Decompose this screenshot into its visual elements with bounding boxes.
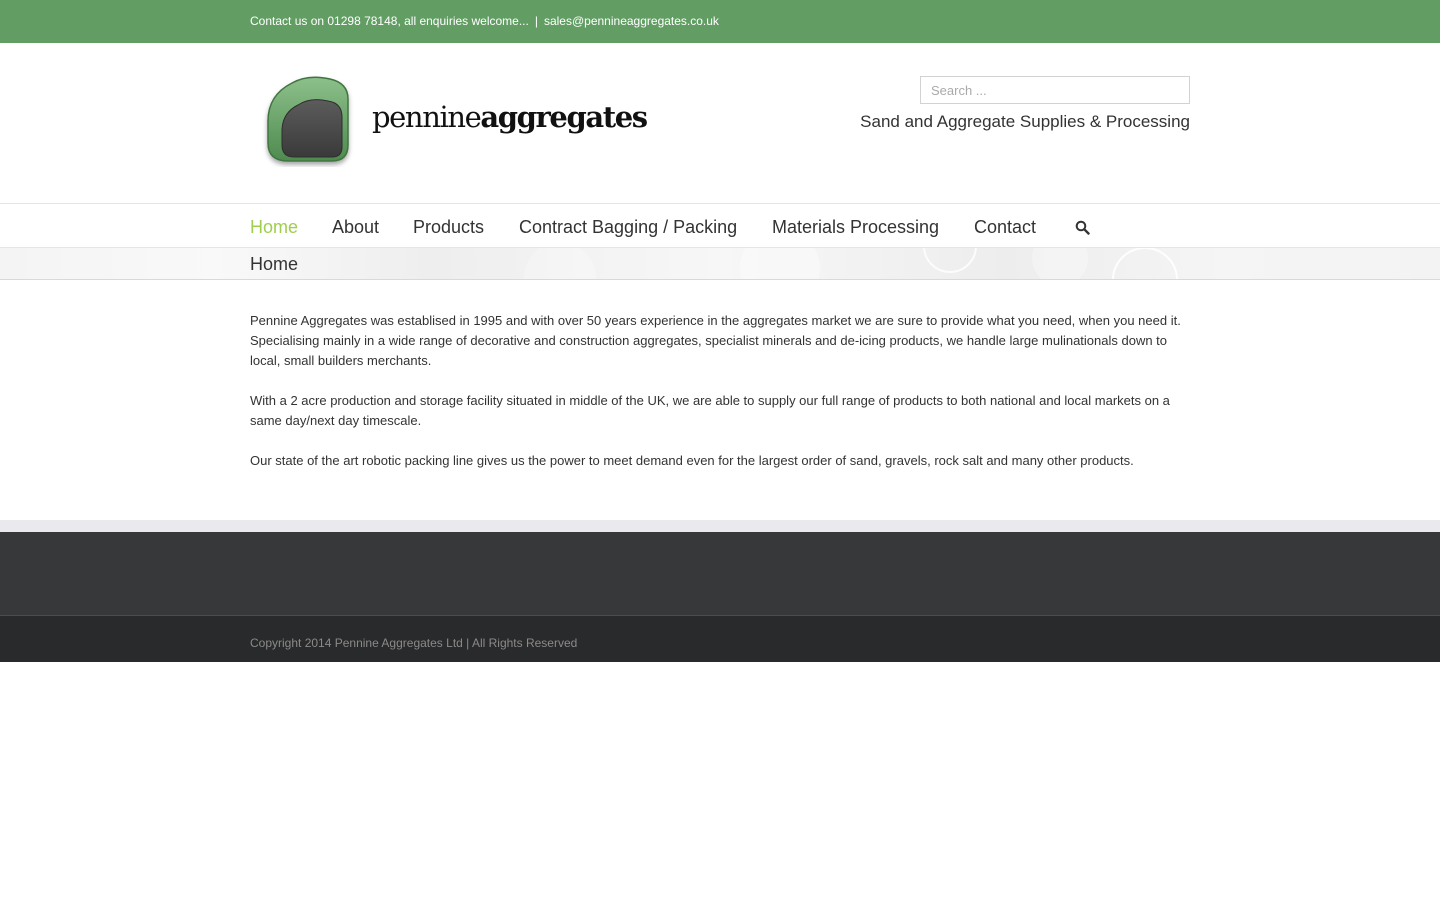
logo-wordmark[interactable]: pennineaggregates	[372, 100, 648, 134]
nav-item-products[interactable]: Products	[413, 217, 484, 238]
logo-word-pennine: pennine	[372, 100, 482, 134]
content-paragraph: Pennine Aggregates was establised in 199…	[250, 313, 1181, 368]
site-header: pennineaggregates Sand and Aggregate Sup…	[0, 43, 1440, 203]
site-tagline: Sand and Aggregate Supplies & Processing	[860, 112, 1190, 131]
footer-spacer	[0, 520, 1440, 532]
email-link[interactable]: sales@pennineaggregates.co.uk	[544, 14, 719, 28]
nav-item-materials-processing[interactable]: Materials Processing	[772, 217, 939, 238]
title-bar-background	[524, 248, 1178, 279]
nav-item-contract-bagging[interactable]: Contract Bagging / Packing	[519, 217, 737, 238]
main-nav: Home About Products Contract Bagging / P…	[0, 203, 1440, 248]
content-paragraph: Our state of the art robotic packing lin…	[250, 453, 1134, 468]
topbar-contact: Contact us on 01298 78148, all enquiries…	[250, 14, 719, 28]
page-title: Home	[250, 254, 299, 274]
topbar-separator: |	[534, 14, 538, 28]
page-title-bar: Home	[0, 248, 1440, 280]
footer-bottom: Copyright 2014 Pennine Aggregates Ltd | …	[0, 615, 1440, 662]
search-input[interactable]	[920, 76, 1190, 104]
logo-word-aggregates: aggregates	[480, 100, 648, 134]
footer-widgets	[0, 532, 1440, 615]
contact-text: Contact us on 01298 78148, all enquiries…	[250, 14, 529, 28]
logo-icon[interactable]	[262, 75, 356, 167]
main-content: Pennine Aggregates was establised in 199…	[250, 311, 1190, 491]
top-bar: Contact us on 01298 78148, all enquiries…	[0, 0, 1440, 43]
nav-item-home[interactable]: Home	[250, 217, 298, 238]
nav-item-about[interactable]: About	[332, 217, 379, 238]
copyright-text: Copyright 2014 Pennine Aggregates Ltd | …	[250, 636, 578, 650]
search-icon[interactable]	[1075, 220, 1090, 235]
content-paragraph: With a 2 acre production and storage fac…	[250, 393, 1170, 428]
nav-item-contact[interactable]: Contact	[974, 217, 1036, 238]
